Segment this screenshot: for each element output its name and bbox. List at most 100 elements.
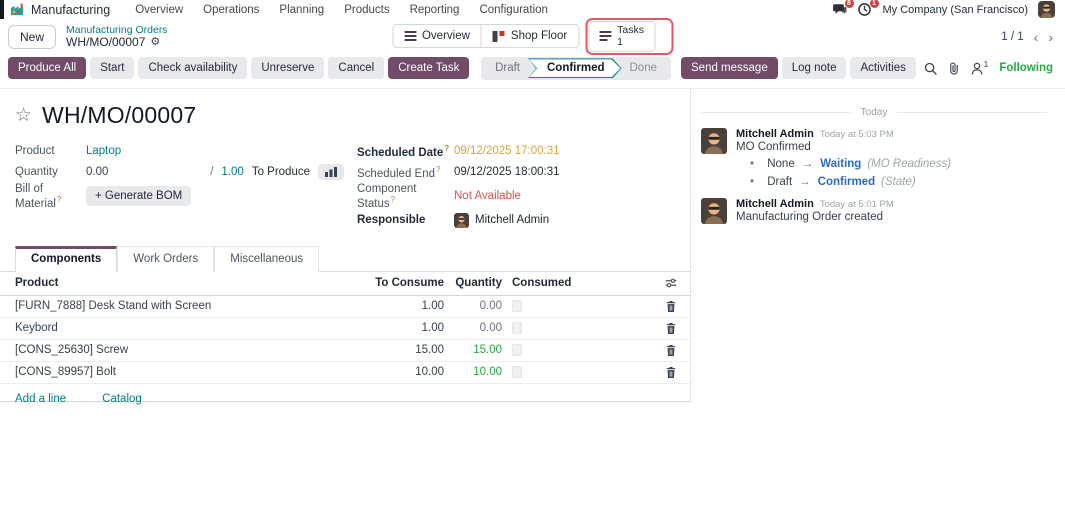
menu-reporting[interactable]: Reporting (401, 2, 469, 18)
table-row[interactable]: [CONS_25630] Screw 15.00 15.00 (0, 340, 690, 362)
view-shop-floor-button[interactable]: Shop Floor (482, 24, 579, 48)
status-pipeline: Draft Confirmed Done (481, 57, 671, 80)
quantity-total[interactable]: 1.00 (221, 166, 243, 178)
delete-row-icon[interactable] (652, 367, 690, 378)
bar-chart-icon (325, 167, 337, 177)
chatter-message: Mitchell Admin Today at 5:01 PM Manufact… (701, 198, 1047, 224)
menu-configuration[interactable]: Configuration (470, 2, 556, 18)
header-quantity[interactable]: Quantity (444, 277, 502, 289)
produce-all-button[interactable]: Produce All (8, 57, 86, 79)
message-avatar[interactable] (701, 198, 727, 224)
header-consumed[interactable]: Consumed (502, 277, 652, 289)
send-message-button[interactable]: Send message (681, 57, 778, 79)
table-row[interactable]: [CONS_89957] Bolt 10.00 10.00 (0, 362, 690, 384)
pager-previous-icon[interactable]: ‹ (1034, 30, 1039, 44)
new-button[interactable]: New (8, 25, 56, 49)
scheduled-end-label: Scheduled End? (357, 165, 454, 180)
table-row[interactable]: [FURN_7888] Desk Stand with Screen 1.00 … (0, 296, 690, 318)
form-sheet: ☆ WH/MO/00007 Product Laptop Quantity 0.… (0, 89, 691, 402)
unreserve-button[interactable]: Unreserve (251, 57, 324, 79)
header-product[interactable]: Product (0, 277, 362, 289)
quantity-separator: / (210, 166, 213, 178)
scheduled-end-value[interactable]: 09/12/2025 18:00:31 (454, 166, 560, 178)
log-note-button[interactable]: Log note (782, 57, 847, 79)
consumed-indicator (512, 344, 522, 356)
arrow-icon: → (799, 176, 811, 188)
status-draft[interactable]: Draft (483, 58, 532, 78)
menu-planning[interactable]: Planning (270, 2, 333, 18)
add-a-line-link[interactable]: Add a line (15, 393, 66, 405)
manufacturing-app-icon[interactable] (10, 2, 25, 17)
window-edge (0, 0, 4, 19)
view-switcher: Overview Shop Floor Tasks 1 (392, 18, 673, 54)
control-panel-top: New Manufacturing Orders WH/MO/00007 ⚙ O… (0, 19, 1065, 54)
component-status-label: Component Status? (357, 183, 454, 210)
tasks-list-icon (599, 31, 611, 41)
settings-gear-icon[interactable]: ⚙ (150, 37, 160, 48)
menu-products[interactable]: Products (335, 2, 398, 18)
responsible-label: Responsible (357, 214, 454, 226)
delete-row-icon[interactable] (652, 345, 690, 356)
status-confirmed[interactable]: Confirmed (528, 58, 622, 78)
scheduled-date-label: Scheduled Date? (357, 144, 454, 159)
activities-clock-icon[interactable]: 1 (858, 3, 873, 16)
tracking-changes: None→Waiting(MO Readiness) Draft→Confirm… (750, 156, 951, 192)
create-task-button[interactable]: Create Task (388, 57, 469, 79)
message-author[interactable]: Mitchell Admin (736, 198, 814, 210)
consumed-indicator (512, 366, 522, 378)
forecast-report-button[interactable] (318, 164, 344, 180)
company-switcher[interactable]: My Company (San Francisco) (883, 4, 1029, 16)
generate-bom-button[interactable]: + Generate BOM (86, 186, 191, 206)
messages-badge: 8 (845, 0, 854, 8)
tab-components[interactable]: Components (15, 246, 117, 272)
status-done[interactable]: Done (618, 58, 670, 78)
view-overview-button[interactable]: Overview (392, 24, 482, 48)
chatter-message: Mitchell Admin Today at 5:03 PM MO Confi… (701, 128, 1047, 192)
check-availability-button[interactable]: Check availability (138, 57, 247, 79)
consumed-indicator (512, 300, 522, 312)
optional-columns-icon[interactable] (652, 277, 690, 289)
tracking-change: None→Waiting(MO Readiness) (750, 156, 951, 174)
catalog-link[interactable]: Catalog (102, 393, 142, 405)
favorite-star-icon[interactable]: ☆ (15, 106, 32, 125)
scheduled-date-value[interactable]: 09/12/2025 17:00:31 (454, 145, 560, 157)
header-to-consume[interactable]: To Consume (362, 277, 444, 289)
breadcrumb-current: WH/MO/00007 (66, 36, 145, 50)
message-body: MO Confirmed (736, 141, 951, 153)
app-name[interactable]: Manufacturing (31, 3, 110, 17)
tab-miscellaneous[interactable]: Miscellaneous (214, 246, 319, 272)
record-pager: 1 / 1 ‹ › (1001, 30, 1053, 44)
view-tasks-button[interactable]: Tasks 1 (588, 21, 655, 51)
odoo-manufacturing-order-screen: Manufacturing Overview Operations Planni… (0, 0, 1065, 522)
start-button[interactable]: Start (90, 57, 134, 79)
message-avatar[interactable] (701, 128, 727, 154)
to-produce-label: To Produce (252, 166, 310, 178)
attachments-paperclip-icon[interactable] (948, 62, 960, 75)
delete-row-icon[interactable] (652, 301, 690, 312)
quantity-value[interactable]: 0.00 (86, 166, 108, 178)
tab-work-orders[interactable]: Work Orders (117, 246, 214, 272)
following-toggle[interactable]: Following (999, 62, 1053, 74)
followers-count: 1 (984, 59, 989, 69)
tracking-change: Draft→Confirmed(State) (750, 174, 951, 192)
chatter-panel: Today Mitchell Admin Today at 5:03 PM MO… (691, 89, 1065, 232)
help-marker: ? (391, 195, 395, 204)
activities-button[interactable]: Activities (850, 57, 915, 79)
followers-icon[interactable]: 1 (971, 62, 989, 75)
delete-row-icon[interactable] (652, 323, 690, 334)
responsible-value[interactable]: Mitchell Admin (454, 213, 549, 228)
help-marker: ? (444, 144, 449, 153)
messages-icon[interactable]: 8 (833, 3, 848, 16)
user-avatar[interactable] (1038, 1, 1055, 18)
menu-overview[interactable]: Overview (126, 2, 192, 18)
search-messages-icon[interactable] (924, 62, 937, 75)
cancel-button[interactable]: Cancel (328, 57, 384, 79)
menu-operations[interactable]: Operations (194, 2, 268, 18)
pager-next-icon[interactable]: › (1048, 30, 1053, 44)
message-author[interactable]: Mitchell Admin (736, 128, 814, 140)
product-value[interactable]: Laptop (86, 145, 121, 157)
message-timestamp: Today at 5:01 PM (820, 199, 894, 210)
record-title: WH/MO/00007 (42, 102, 196, 129)
responsible-avatar (454, 213, 469, 228)
table-row[interactable]: Keybord 1.00 0.00 (0, 318, 690, 340)
